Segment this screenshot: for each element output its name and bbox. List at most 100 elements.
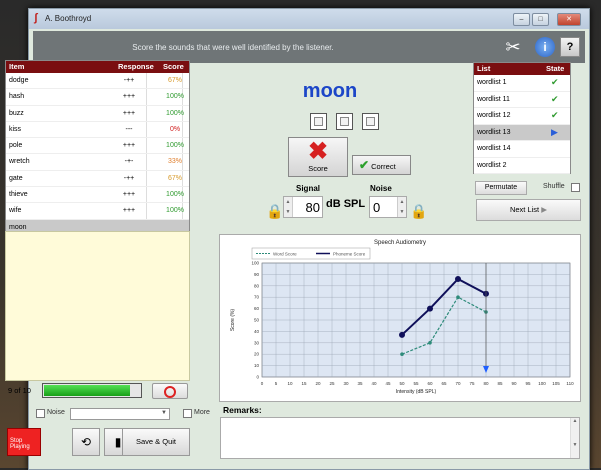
item-word: buzz	[9, 109, 24, 117]
x-tick-label: 5	[275, 381, 278, 386]
next-list-button[interactable]: Next List ▶	[476, 199, 581, 221]
signal-lock-icon[interactable]: 🔒	[266, 202, 283, 220]
maximize-button[interactable]: □	[532, 13, 549, 26]
legend-label: Word Score	[273, 252, 297, 257]
y-tick-label: 0	[256, 375, 259, 380]
x-tick-label: 50	[399, 381, 405, 386]
x-tick-label: 80	[483, 381, 489, 386]
remarks-label: Remarks:	[223, 405, 262, 415]
x-tick-label: 45	[385, 381, 391, 386]
stop-icon	[164, 386, 176, 398]
signal-label: Signal	[296, 184, 321, 193]
help-icon[interactable]: ?	[560, 37, 580, 57]
phoneme-checkbox-1[interactable]	[310, 113, 327, 130]
noise-spinner[interactable]: 0 ▲ ▼	[369, 196, 407, 218]
table-row[interactable]: wretch -+- 33%	[6, 154, 189, 171]
stop-button[interactable]	[152, 383, 188, 399]
list-item[interactable]: wordlist 2	[474, 158, 570, 174]
score-button-label: Score	[308, 164, 328, 173]
y-tick-label: 40	[254, 329, 260, 334]
stop-playing-button[interactable]: Stop Playing	[7, 428, 41, 456]
replay-icon[interactable]: ⟲	[72, 428, 100, 456]
spinner-arrows-icon[interactable]: ▲ ▼	[397, 197, 406, 217]
remarks-scrollbar[interactable]: ▲ ▼	[570, 418, 579, 458]
instruction-header: Score the sounds that were well identifi…	[33, 31, 585, 63]
spinner-arrows-icon[interactable]: ▲ ▼	[284, 197, 293, 217]
phoneme-score-point	[399, 331, 405, 338]
item-response: +++	[122, 93, 136, 101]
list-item[interactable]: wordlist 11 ✔	[474, 92, 570, 108]
correct-button[interactable]: ✔ Correct	[352, 155, 411, 175]
phoneme-checkbox-2[interactable]	[336, 113, 353, 130]
table-row[interactable]: pole +++ 100%	[6, 138, 189, 155]
shuffle-checkbox[interactable]	[571, 183, 580, 192]
list-item[interactable]: wordlist 14	[474, 141, 570, 158]
word-score-point	[400, 352, 404, 356]
table-row[interactable]: dodge -++ 67%	[6, 73, 189, 90]
noise-dropdown[interactable]: ▼	[70, 408, 170, 420]
legend-label: Phoneme Score	[333, 252, 366, 257]
item-response: +++	[122, 207, 136, 215]
x-tick-label: 55	[413, 381, 419, 386]
list-item[interactable]: wordlist 12 ✔	[474, 108, 570, 125]
tools-icon[interactable]: ✂	[503, 37, 523, 57]
progress-fill	[44, 385, 131, 396]
column-header-score[interactable]: Score	[163, 62, 184, 71]
column-header-state[interactable]: State	[546, 64, 564, 73]
x-icon: ✖	[307, 138, 329, 165]
minimize-button[interactable]: –	[513, 13, 530, 26]
checkmark-icon: ✔	[551, 93, 559, 104]
y-tick-label: 70	[254, 295, 260, 300]
more-checkbox[interactable]	[183, 409, 192, 418]
column-header-list[interactable]: List	[477, 64, 490, 73]
item-word: dodge	[9, 77, 29, 84]
table-row[interactable]: thieve +++ 100%	[6, 187, 189, 204]
x-tick-label: 105	[552, 381, 560, 386]
x-tick-label: 100	[538, 381, 546, 386]
noise-checkbox[interactable]	[36, 409, 45, 418]
save-quit-button[interactable]: Save & Quit	[122, 428, 190, 456]
item-score: 100%	[166, 142, 184, 150]
x-axis-label: Intensity (dB SPL)	[396, 389, 437, 395]
table-row[interactable]: hash +++ 100%	[6, 89, 189, 106]
item-word: pole	[9, 142, 23, 150]
word-score-point	[428, 341, 432, 345]
table-row[interactable]: wife +++ 100%	[6, 203, 189, 220]
x-tick-label: 60	[427, 381, 433, 386]
item-score: 67%	[167, 77, 182, 84]
column-header-response[interactable]: Response	[118, 62, 154, 71]
signal-spinner[interactable]: ▲ ▼ 80	[283, 196, 323, 218]
x-tick-label: 95	[525, 381, 531, 386]
current-word: moon	[302, 80, 358, 102]
item-score: 100%	[166, 93, 184, 101]
wordlist-name: wordlist 1	[477, 79, 507, 86]
correct-button-label: Correct	[371, 162, 396, 171]
item-score: 67%	[167, 174, 182, 182]
table-row[interactable]: buzz +++ 100%	[6, 106, 189, 122]
more-label: More	[194, 409, 210, 416]
word-score-point	[456, 295, 460, 299]
table-row[interactable]: gate -++ 67%	[6, 171, 189, 188]
remarks-textarea[interactable]: ▲ ▼	[220, 417, 580, 459]
info-icon[interactable]: i	[535, 37, 555, 57]
table-row[interactable]: kiss --- 0%	[6, 122, 189, 139]
wordlist-header: List State	[474, 63, 570, 75]
x-tick-label: 0	[261, 381, 264, 386]
close-button[interactable]: ✕	[557, 13, 581, 26]
item-word: gate	[9, 174, 23, 182]
title-bar: ʃ A. Boothroyd – □ ✕	[29, 9, 589, 29]
permutate-button[interactable]: Permutate	[475, 181, 527, 195]
x-tick-label: 65	[441, 381, 447, 386]
list-item[interactable]: wordlist 1 ✔	[474, 75, 570, 92]
list-item[interactable]: wordlist 13 ▶	[474, 124, 570, 141]
phoneme-checkbox-3[interactable]	[362, 113, 379, 130]
phoneme-score-point	[455, 275, 461, 282]
noise-value: 0	[373, 200, 381, 215]
noise-level-label: Noise	[370, 184, 392, 193]
column-header-item[interactable]: Item	[9, 62, 24, 71]
score-button[interactable]: ✖ Score	[288, 137, 348, 177]
item-score: 33%	[167, 158, 182, 166]
wordlist-name: wordlist 13	[477, 128, 511, 136]
noise-lock-icon[interactable]: 🔒	[410, 202, 427, 220]
wordlist-name: wordlist 2	[477, 161, 507, 169]
